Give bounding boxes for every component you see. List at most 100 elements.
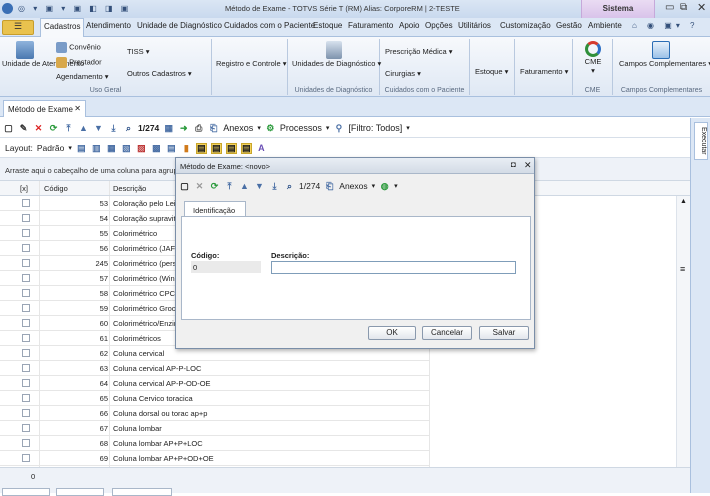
convenio-button[interactable]: Convênio: [56, 42, 101, 53]
dialog-delete-icon[interactable]: ✕: [194, 181, 205, 192]
layout-tool-icon-7[interactable]: ▤: [166, 143, 177, 154]
registro-controle-button[interactable]: Registro e Controle ▾: [216, 59, 286, 68]
unidades-diagnostico-button[interactable]: Unidades de Diagnóstico ▾: [292, 41, 381, 68]
row-checkbox[interactable]: [22, 259, 30, 267]
layout-tool-icon-6[interactable]: ▩: [151, 143, 162, 154]
chart-icon[interactable]: ▮: [181, 143, 192, 154]
tab-ambiente[interactable]: Ambiente: [588, 21, 622, 30]
campos-complementares-button[interactable]: Campos Complementares ▾: [619, 41, 710, 68]
filter-button[interactable]: [Filtro: Todos]: [348, 123, 402, 133]
dialog-new-icon[interactable]: ▢: [179, 181, 190, 192]
table-row[interactable]: 69 Coluna lombar AP+P+OD+OE: [0, 451, 430, 466]
ok-button[interactable]: OK: [368, 326, 416, 340]
cme-button[interactable]: CME ▾: [581, 41, 605, 75]
delete-record-icon[interactable]: ✕: [33, 123, 44, 134]
tab-gestao[interactable]: Gestão: [556, 21, 582, 30]
cancelar-button[interactable]: Cancelar: [422, 326, 472, 340]
row-checkbox[interactable]: [22, 214, 30, 222]
table-row[interactable]: 65 Coluna Cervico toracica: [0, 391, 430, 406]
prescricao-medica-button[interactable]: Prescrição Médica ▾: [385, 47, 453, 56]
row-checkbox[interactable]: [22, 409, 30, 417]
layout-tool-icon-4[interactable]: ▧: [121, 143, 132, 154]
refresh-icon[interactable]: ⟳: [48, 123, 59, 134]
scroll-up-icon[interactable]: ▲: [680, 198, 687, 205]
table-row[interactable]: 66 Coluna dorsal ou torac ap+p: [0, 406, 430, 421]
tab-faturamento[interactable]: Faturamento: [348, 21, 393, 30]
document-tab-metodo-exame[interactable]: Método de Exame ✕: [3, 100, 86, 117]
anexos-button[interactable]: Anexos: [223, 123, 253, 133]
go-icon[interactable]: ➜: [178, 123, 189, 134]
tab-cadastros[interactable]: Cadastros: [40, 18, 85, 37]
highlight-icon-3[interactable]: ▤: [225, 142, 237, 154]
tab-unidade-diagnostico[interactable]: Unidade de Diagnóstico: [137, 21, 222, 30]
tab-utilitarios[interactable]: Utilitários: [458, 21, 491, 30]
dialog-first-icon[interactable]: ⤒: [224, 181, 235, 192]
previous-record-icon[interactable]: ▲: [78, 123, 89, 134]
dialog-next-icon[interactable]: ▼: [254, 181, 265, 192]
grid-scrollbar[interactable]: ▲ ≡: [676, 196, 690, 467]
first-record-icon[interactable]: ⤒: [63, 123, 74, 134]
app-menu-icon[interactable]: [2, 3, 13, 14]
dialog-restore-icon[interactable]: ◘: [511, 160, 516, 169]
edit-record-icon[interactable]: ✎: [18, 123, 29, 134]
identificacao-tab[interactable]: Identificação: [184, 201, 246, 217]
row-checkbox[interactable]: [22, 334, 30, 342]
estoque-button[interactable]: Estoque ▾: [475, 67, 508, 76]
highlight-icon-2[interactable]: ▤: [210, 142, 222, 154]
layout-tool-icon-3[interactable]: ▦: [106, 143, 117, 154]
search-icon[interactable]: ⌕: [123, 123, 134, 134]
layout-tool-icon-5[interactable]: ▨: [136, 143, 147, 154]
scroll-grip-icon[interactable]: ≡: [680, 264, 685, 274]
prestador-button[interactable]: Prestador: [56, 57, 102, 68]
row-checkbox[interactable]: [22, 379, 30, 387]
row-checkbox[interactable]: [22, 274, 30, 282]
dialog-refresh-icon[interactable]: ⟳: [209, 181, 220, 192]
table-row[interactable]: 64 Coluna cervical AP-P-OD-OE: [0, 376, 430, 391]
grid-view-icon[interactable]: ▦: [163, 123, 174, 134]
unidade-atendimento-button[interactable]: Unidade de Atendimento: [2, 41, 84, 68]
processos-button[interactable]: Processos: [280, 123, 322, 133]
close-tab-icon[interactable]: ✕: [74, 104, 81, 113]
select-all-header[interactable]: [x]: [20, 184, 28, 193]
help-icon[interactable]: ⌂ ◉ ▣▾ ?: [632, 21, 699, 30]
agendamento-button[interactable]: Agendamento ▾: [56, 72, 109, 81]
row-checkbox[interactable]: [22, 304, 30, 312]
last-record-icon[interactable]: ⤓: [108, 123, 119, 134]
row-checkbox[interactable]: [22, 364, 30, 372]
outros-cadastros-button[interactable]: Outros Cadastros ▾: [127, 69, 192, 78]
tab-opcoes[interactable]: Opções: [425, 21, 453, 30]
row-checkbox[interactable]: [22, 319, 30, 327]
new-record-icon[interactable]: ▢: [3, 123, 14, 134]
footer-button-2[interactable]: [56, 488, 104, 496]
layout-tool-icon-1[interactable]: ▤: [76, 143, 87, 154]
row-checkbox[interactable]: [22, 439, 30, 447]
descricao-header[interactable]: Descrição: [113, 184, 146, 193]
highlight-icon-4[interactable]: ▤: [240, 142, 252, 154]
row-checkbox[interactable]: [22, 454, 30, 462]
tiss-button[interactable]: TISS ▾: [127, 47, 150, 56]
footer-button-1[interactable]: [2, 488, 50, 496]
dialog-close-icon[interactable]: ✕: [524, 160, 532, 171]
close-button[interactable]: ✕: [697, 1, 706, 14]
codigo-header[interactable]: Código: [44, 184, 68, 193]
row-checkbox[interactable]: [22, 199, 30, 207]
row-checkbox[interactable]: [22, 349, 30, 357]
text-icon[interactable]: A: [256, 143, 267, 154]
row-checkbox[interactable]: [22, 289, 30, 297]
tab-cuidados-paciente[interactable]: Cuidados com o Paciente: [224, 21, 315, 30]
faturamento-button[interactable]: Faturamento ▾: [520, 67, 568, 76]
minimize-button[interactable]: ▭: [665, 2, 674, 13]
next-record-icon[interactable]: ▼: [93, 123, 104, 134]
row-checkbox[interactable]: [22, 244, 30, 252]
layout-select[interactable]: Padrão: [37, 143, 64, 153]
table-row[interactable]: 63 Coluna cervical AP-P-LOC: [0, 361, 430, 376]
tab-customizacao[interactable]: Customização: [500, 21, 551, 30]
highlight-icon-1[interactable]: ▤: [195, 142, 207, 154]
executar-side-tab[interactable]: Executar: [694, 122, 708, 160]
dialog-search-icon[interactable]: ⌕: [284, 181, 295, 192]
dialog-anexos-button[interactable]: Anexos: [339, 181, 367, 191]
tab-apoio[interactable]: Apoio: [399, 21, 419, 30]
row-checkbox[interactable]: [22, 394, 30, 402]
print-icon[interactable]: ⎙: [193, 123, 204, 134]
table-row[interactable]: 68 Coluna lombar AP+P+LOC: [0, 436, 430, 451]
